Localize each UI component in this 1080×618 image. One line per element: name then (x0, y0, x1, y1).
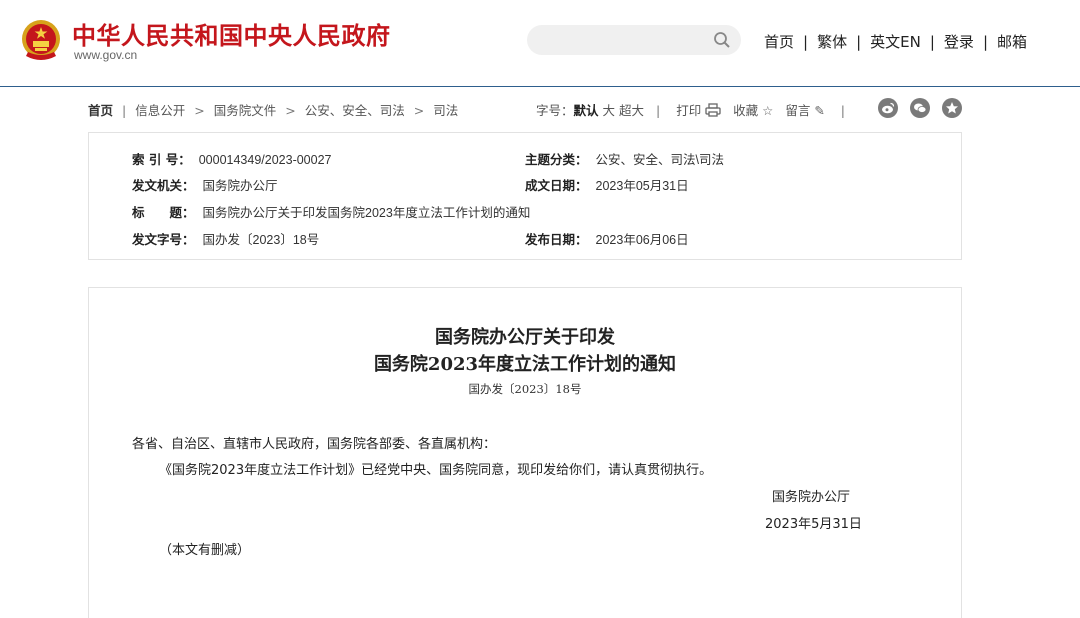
meta-title-value: 国务院办公厅关于印发国务院2023年度立法工作计划的通知 (202, 206, 531, 220)
meta-docno-value: 国办发〔2023〕18号 (202, 233, 320, 247)
nav-english[interactable]: 英文EN (870, 33, 921, 51)
article-signature: 国务院办公厅 (772, 490, 851, 505)
font-large-button[interactable]: 大 (603, 103, 616, 118)
article-title-line1: 国务院办公厅关于印发 (435, 327, 615, 348)
meta-publish-label: 发布日期： (525, 232, 588, 247)
meta-date-label: 成文日期： (525, 178, 588, 193)
comment-label: 留言 (785, 103, 811, 118)
meta-index: 索 引 号： 000014349/2023-00027 (132, 149, 332, 168)
breadcrumb-info[interactable]: 信息公开 (135, 103, 185, 118)
article-salutation: 各省、自治区、直辖市人民政府，国务院各部委、各直属机构： (132, 437, 497, 452)
article-body: 国务院办公厅关于印发 国务院2023年度立法工作计划的通知 国办发〔2023〕1… (88, 287, 962, 618)
meta-issuer-label: 发文机关： (132, 178, 195, 193)
article-note: （本文有删减） (159, 543, 251, 558)
top-nav: 首页 | 繁体 | 英文EN | 登录 | 邮箱 (764, 33, 1028, 51)
meta-index-value: 000014349/2023-00027 (198, 153, 332, 167)
breadcrumb: 首页 | 信息公开 > 国务院文件 > 公安、安全、司法 > 司法 (88, 103, 459, 118)
article-title-line2: 国务院2023年度立法工作计划的通知 (373, 354, 677, 375)
site-url[interactable]: www.gov.cn (74, 48, 137, 62)
printer-icon (705, 103, 721, 117)
meta-publish: 发布日期： 2023年06月06日 (525, 229, 689, 248)
nav-traditional[interactable]: 繁体 (817, 33, 847, 51)
article-paragraph: 《国务院2023年度立法工作计划》已经党中央、国务院同意，现印发给你们，请认真贯… (159, 463, 713, 478)
article-tools: 字号：默认 大 超大 | 打印 收藏 ☆ 留言 ✎ | (536, 103, 846, 118)
favorite-label: 收藏 (733, 103, 759, 118)
meta-title: 标 题： 国务院办公厅关于印发国务院2023年度立法工作计划的通知 (132, 202, 530, 221)
font-default-button[interactable]: 默认 (574, 103, 599, 118)
breadcrumb-home[interactable]: 首页 (88, 103, 113, 118)
print-label: 打印 (676, 103, 702, 118)
meta-docno: 发文字号： 国办发〔2023〕18号 (132, 229, 319, 248)
nav-mail[interactable]: 邮箱 (997, 33, 1027, 51)
meta-category-label: 主题分类： (525, 152, 588, 167)
meta-date: 成文日期： 2023年05月31日 (525, 175, 689, 194)
meta-title-label: 标 题： (132, 205, 195, 220)
meta-publish-value: 2023年06月06日 (595, 233, 689, 247)
search-input[interactable] (527, 25, 741, 55)
star-outline-icon: ☆ (762, 103, 774, 118)
site-title[interactable]: 中华人民共和国中央人民政府 (72, 16, 391, 51)
national-emblem-icon[interactable] (20, 18, 62, 62)
font-size-label: 字号： (536, 103, 574, 118)
share-icons (870, 98, 962, 118)
meta-issuer: 发文机关： 国务院办公厅 (132, 175, 278, 194)
nav-home[interactable]: 首页 (764, 33, 794, 51)
meta-issuer-value: 国务院办公厅 (202, 179, 278, 193)
pencil-icon: ✎ (814, 103, 825, 118)
nav-login[interactable]: 登录 (944, 33, 974, 51)
font-xlarge-button[interactable]: 超大 (619, 103, 644, 118)
site-header: 中华人民共和国中央人民政府 www.gov.cn 首页 | 繁体 | 英文EN | 登录 | 邮… (0, 0, 1080, 87)
print-button[interactable]: 打印 (676, 103, 725, 118)
favorite-button[interactable]: 收藏 ☆ (733, 103, 777, 118)
meta-category-value: 公安、安全、司法\司法 (595, 153, 724, 167)
document-metadata: 索 引 号： 000014349/2023-00027 主题分类： 公安、安全、司法… (88, 132, 962, 260)
breadcrumb-current[interactable]: 司法 (433, 103, 458, 118)
wechat-icon[interactable] (910, 98, 931, 118)
star-icon[interactable] (942, 98, 962, 118)
breadcrumb-docs[interactable]: 国务院文件 (214, 103, 277, 118)
breadcrumb-category[interactable]: 公安、安全、司法 (305, 103, 405, 118)
weibo-icon[interactable] (878, 98, 899, 118)
article-doc-number: 国办发〔2023〕18号 (468, 382, 582, 396)
meta-docno-label: 发文字号： (132, 232, 195, 247)
search-icon[interactable] (713, 31, 731, 49)
article-sign-date: 2023年5月31日 (765, 517, 862, 532)
comment-button[interactable]: 留言 ✎ (785, 103, 828, 118)
breadcrumb-bar: 首页 | 信息公开 > 国务院文件 > 公安、安全、司法 > 司法 字号：默认 大 超大 | 打印… (88, 98, 962, 120)
meta-date-value: 2023年05月31日 (595, 179, 689, 193)
meta-category: 主题分类： 公安、安全、司法\司法 (525, 149, 724, 168)
meta-index-label: 索 引 号： (132, 152, 191, 167)
